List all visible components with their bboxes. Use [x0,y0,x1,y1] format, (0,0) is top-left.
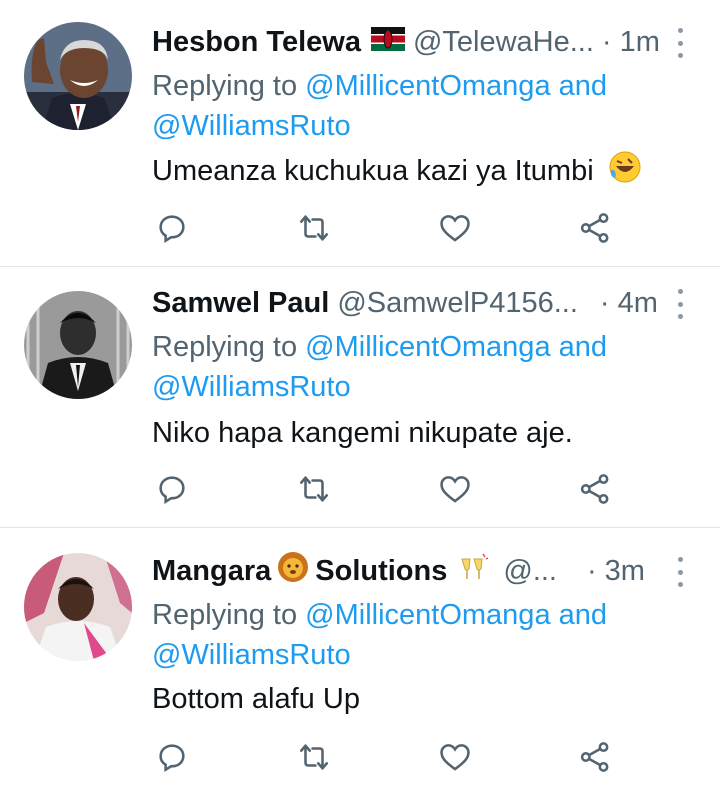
display-name[interactable]: Samwel Paul [152,287,329,320]
retweet-button[interactable] [292,467,336,511]
mention-link[interactable]: @WilliamsRuto [152,110,351,142]
mention-link[interactable]: @WilliamsRuto [152,371,351,403]
rolling-laughing-emoji-icon [608,150,642,195]
mention-link[interactable]: @MillicentOmanga and [305,70,607,102]
display-name-part2[interactable]: Solutions [315,555,447,588]
tweet-text-content: Umeanza kuchukua kazi ya Itumbi [152,155,594,188]
divider [0,527,720,528]
reply-button[interactable] [150,206,194,250]
like-button[interactable] [433,467,477,511]
share-icon [580,474,609,504]
timestamp[interactable]: 1m [620,26,660,59]
tweet-reply[interactable]: Mangara Solutions @... · 3m Replying to … [0,551,720,791]
reply-icon [159,215,185,244]
tweet-text: Bottom alafu Up [152,679,360,719]
share-icon [580,213,609,243]
tweet-text-content: Niko hapa kangemi nikupate aje. [152,417,573,449]
lion-face-icon [277,551,309,591]
separator-dot: · [599,286,610,319]
separator-dot: · [601,25,612,58]
reply-button[interactable] [150,735,194,779]
tweet-text: Niko hapa kangemi nikupate aje. [152,413,573,453]
reply-icon [159,744,185,773]
separator-dot: · [587,554,597,587]
like-button[interactable] [433,206,477,250]
more-options-icon[interactable] [670,289,690,319]
avatar[interactable] [24,22,132,130]
divider [0,266,720,267]
like-icon [440,476,470,503]
more-options-icon[interactable] [670,557,690,587]
replying-to-label: Replying to [152,599,306,631]
mention-link[interactable]: @WilliamsRuto [152,639,351,671]
user-handle[interactable]: @TelewaHe... [413,26,594,59]
more-options-icon[interactable] [670,28,690,58]
retweet-icon [299,215,329,241]
display-name-part1[interactable]: Mangara [152,555,271,588]
tweet-text: Umeanza kuchukua kazi ya Itumbi [152,150,648,195]
clinking-glasses-icon [457,551,489,591]
kenya-flag-icon [370,26,405,59]
share-icon [580,742,609,772]
replying-to: Replying to @MillicentOmanga and @Willia… [152,327,692,407]
share-button[interactable] [573,206,617,250]
replying-to-label: Replying to [152,70,306,102]
tweet-reply[interactable]: Hesbon Telewa @TelewaHe... · 1m Replying… [0,22,720,262]
mention-link[interactable]: @MillicentOmanga and [305,599,607,631]
retweet-button[interactable] [292,735,336,779]
replying-to: Replying to @MillicentOmanga and @Willia… [152,66,692,146]
reply-icon [159,476,185,505]
retweet-button[interactable] [292,206,336,250]
display-name[interactable]: Hesbon Telewa [152,26,361,59]
tweet-text-content: Bottom alafu Up [152,683,360,715]
user-handle[interactable]: @... [503,555,557,588]
tweet-reply[interactable]: Samwel Paul @SamwelP4156... · 4m Replyin… [0,283,720,523]
retweet-icon [299,476,329,502]
like-icon [440,215,470,242]
share-button[interactable] [573,735,617,779]
mention-link[interactable]: @MillicentOmanga and [305,331,607,363]
timestamp[interactable]: 4m [618,287,658,320]
avatar[interactable] [24,291,132,399]
like-button[interactable] [433,735,477,779]
replying-to-label: Replying to [152,331,306,363]
timestamp[interactable]: 3m [605,555,645,588]
like-icon [440,744,470,771]
replying-to: Replying to @MillicentOmanga and @Willia… [152,595,692,675]
reply-button[interactable] [150,467,194,511]
retweet-icon [299,744,329,770]
user-handle[interactable]: @SamwelP4156... [337,287,578,320]
avatar[interactable] [24,553,132,661]
share-button[interactable] [573,467,617,511]
